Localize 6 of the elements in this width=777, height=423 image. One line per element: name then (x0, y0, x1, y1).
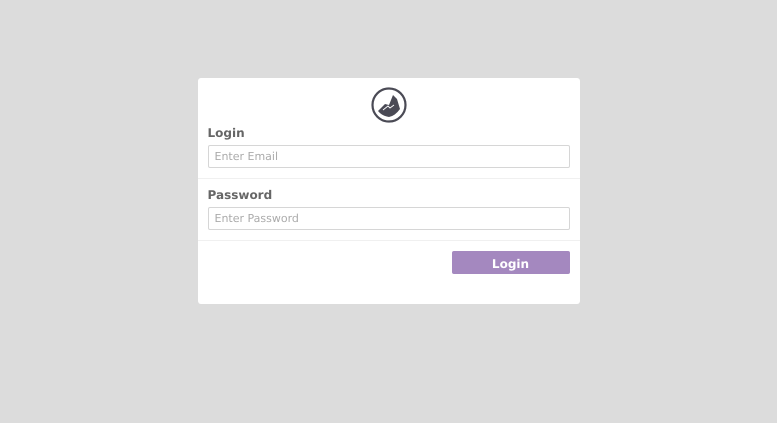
input-field[interactable]: Enter Password (208, 207, 570, 230)
field-label: Password (208, 187, 274, 203)
login-button[interactable]: Login (452, 251, 570, 274)
mountain-logo-icon (370, 87, 406, 123)
field-label: Login (208, 125, 246, 141)
input-field[interactable]: Enter Email (208, 145, 570, 168)
